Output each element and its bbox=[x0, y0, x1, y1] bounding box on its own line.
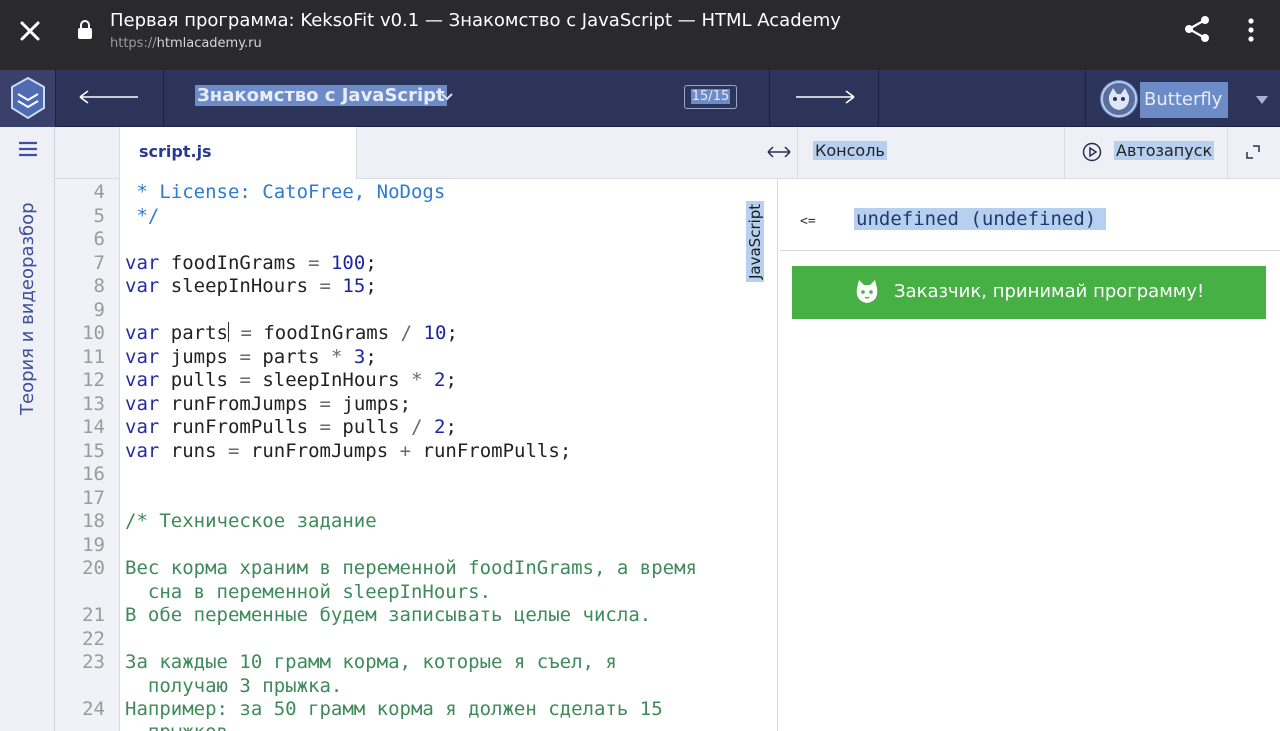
browser-toolbar: Первая программа: KeksoFit v0.1 — Знаком… bbox=[0, 0, 1280, 70]
code-line: var pulls = sleepInHours * 2; bbox=[125, 369, 457, 391]
code-line: var parts = foodInGrams / 10; bbox=[125, 322, 458, 344]
line-number: 11 bbox=[82, 346, 105, 368]
page-title: Первая программа: KeksoFit v0.1 — Знаком… bbox=[110, 10, 841, 31]
code-line: сна в переменной sleepInHours. bbox=[125, 581, 492, 603]
code-line: var sleepInHours = 15; bbox=[125, 275, 377, 297]
tab-script-js[interactable]: script.js bbox=[120, 127, 357, 180]
share-icon[interactable] bbox=[1182, 14, 1212, 44]
avatar[interactable] bbox=[1100, 80, 1138, 118]
line-number: 24 bbox=[82, 698, 105, 720]
code-line: var runFromJumps = jumps; bbox=[125, 393, 412, 415]
console-output bbox=[780, 179, 1280, 731]
code-line: прыжков. bbox=[125, 721, 240, 731]
code-line: Вес корма храним в переменной foodInGram… bbox=[125, 557, 697, 579]
expand-icon[interactable] bbox=[1246, 145, 1260, 159]
line-number: 12 bbox=[82, 369, 105, 391]
autorun-label[interactable]: Автозапуск bbox=[1114, 141, 1215, 160]
more-vert-icon[interactable] bbox=[1240, 16, 1262, 44]
tab-script-label: script.js bbox=[139, 142, 212, 161]
line-number: 13 bbox=[82, 393, 105, 415]
line-number: 18 bbox=[82, 510, 105, 532]
code-line: Например: за 50 грамм корма я должен сде… bbox=[125, 698, 663, 720]
caret-down-icon[interactable] bbox=[1255, 95, 1269, 105]
nav-spacer bbox=[879, 70, 1086, 127]
line-number: 21 bbox=[82, 604, 105, 626]
course-nav bbox=[0, 70, 1280, 127]
code-line: В обе переменные будем записывать целые … bbox=[125, 604, 652, 626]
language-label: JavaScript bbox=[746, 200, 764, 282]
line-number: 8 bbox=[93, 275, 105, 297]
chevron-down-icon[interactable] bbox=[440, 90, 454, 104]
code-line: var jumps = parts * 3; bbox=[125, 346, 377, 368]
line-number: 4 bbox=[93, 181, 105, 203]
text-caret bbox=[227, 322, 229, 342]
code-line: var foodInGrams = 100; bbox=[125, 252, 377, 274]
lock-icon bbox=[78, 20, 92, 39]
line-number: 7 bbox=[93, 252, 105, 274]
line-number: 17 bbox=[82, 487, 105, 509]
line-number: 15 bbox=[82, 440, 105, 462]
console-value: undefined (undefined) bbox=[854, 208, 1107, 230]
username[interactable]: Butterfly bbox=[1140, 82, 1229, 118]
line-number: 23 bbox=[82, 651, 105, 673]
line-number: 22 bbox=[82, 628, 105, 650]
line-number: 16 bbox=[82, 463, 105, 485]
url-scheme: https:// bbox=[110, 36, 157, 51]
line-number: 9 bbox=[93, 299, 105, 321]
code-line: За каждые 10 грамм корма, которые я съел… bbox=[125, 651, 617, 673]
forward-arrow-icon[interactable] bbox=[794, 88, 856, 106]
accept-program-button[interactable]: Заказчик, принимай программу! bbox=[792, 266, 1266, 319]
avatar-icon bbox=[1101, 81, 1137, 117]
line-number: 19 bbox=[82, 534, 105, 556]
step-counter: 15/15 bbox=[684, 85, 737, 109]
close-icon[interactable] bbox=[14, 15, 46, 47]
code-line: */ bbox=[125, 205, 160, 227]
line-number: 20 bbox=[82, 557, 105, 579]
accept-button-label: Заказчик, принимай программу! bbox=[894, 281, 1205, 302]
url-host: htmlacademy.ru bbox=[156, 36, 262, 51]
console-result-marker: <= bbox=[800, 214, 816, 229]
resize-icon[interactable] bbox=[766, 144, 792, 160]
tab-console[interactable]: Консоль bbox=[813, 141, 887, 160]
code-line: var runFromPulls = pulls / 2; bbox=[125, 416, 457, 438]
line-number: 5 bbox=[93, 205, 105, 227]
url-text[interactable]: https://htmlacademy.ru bbox=[110, 36, 262, 51]
academy-logo-icon bbox=[11, 76, 45, 120]
course-title[interactable]: Знакомство с JavaScript bbox=[195, 85, 447, 106]
line-number: 14 bbox=[82, 416, 105, 438]
line-number: 10 bbox=[82, 322, 105, 344]
theory-label[interactable]: Теория и видеоразбор bbox=[17, 202, 38, 415]
step-counter-text: 15/15 bbox=[690, 89, 731, 104]
line-number: 6 bbox=[93, 228, 105, 250]
academy-logo[interactable] bbox=[0, 70, 56, 127]
cat-icon bbox=[856, 280, 878, 303]
gutter-header bbox=[55, 127, 120, 179]
code-line: * License: CatoFree, NoDogs bbox=[125, 181, 446, 203]
hamburger-icon[interactable] bbox=[19, 141, 37, 157]
code-line: var runs = runFromJumps + runFromPulls; bbox=[125, 440, 572, 462]
code-line: /* Техническое задание bbox=[125, 510, 377, 532]
code-line: получаю 3 прыжка. bbox=[125, 675, 343, 697]
back-arrow-icon[interactable] bbox=[78, 88, 140, 106]
play-icon[interactable] bbox=[1082, 142, 1102, 162]
